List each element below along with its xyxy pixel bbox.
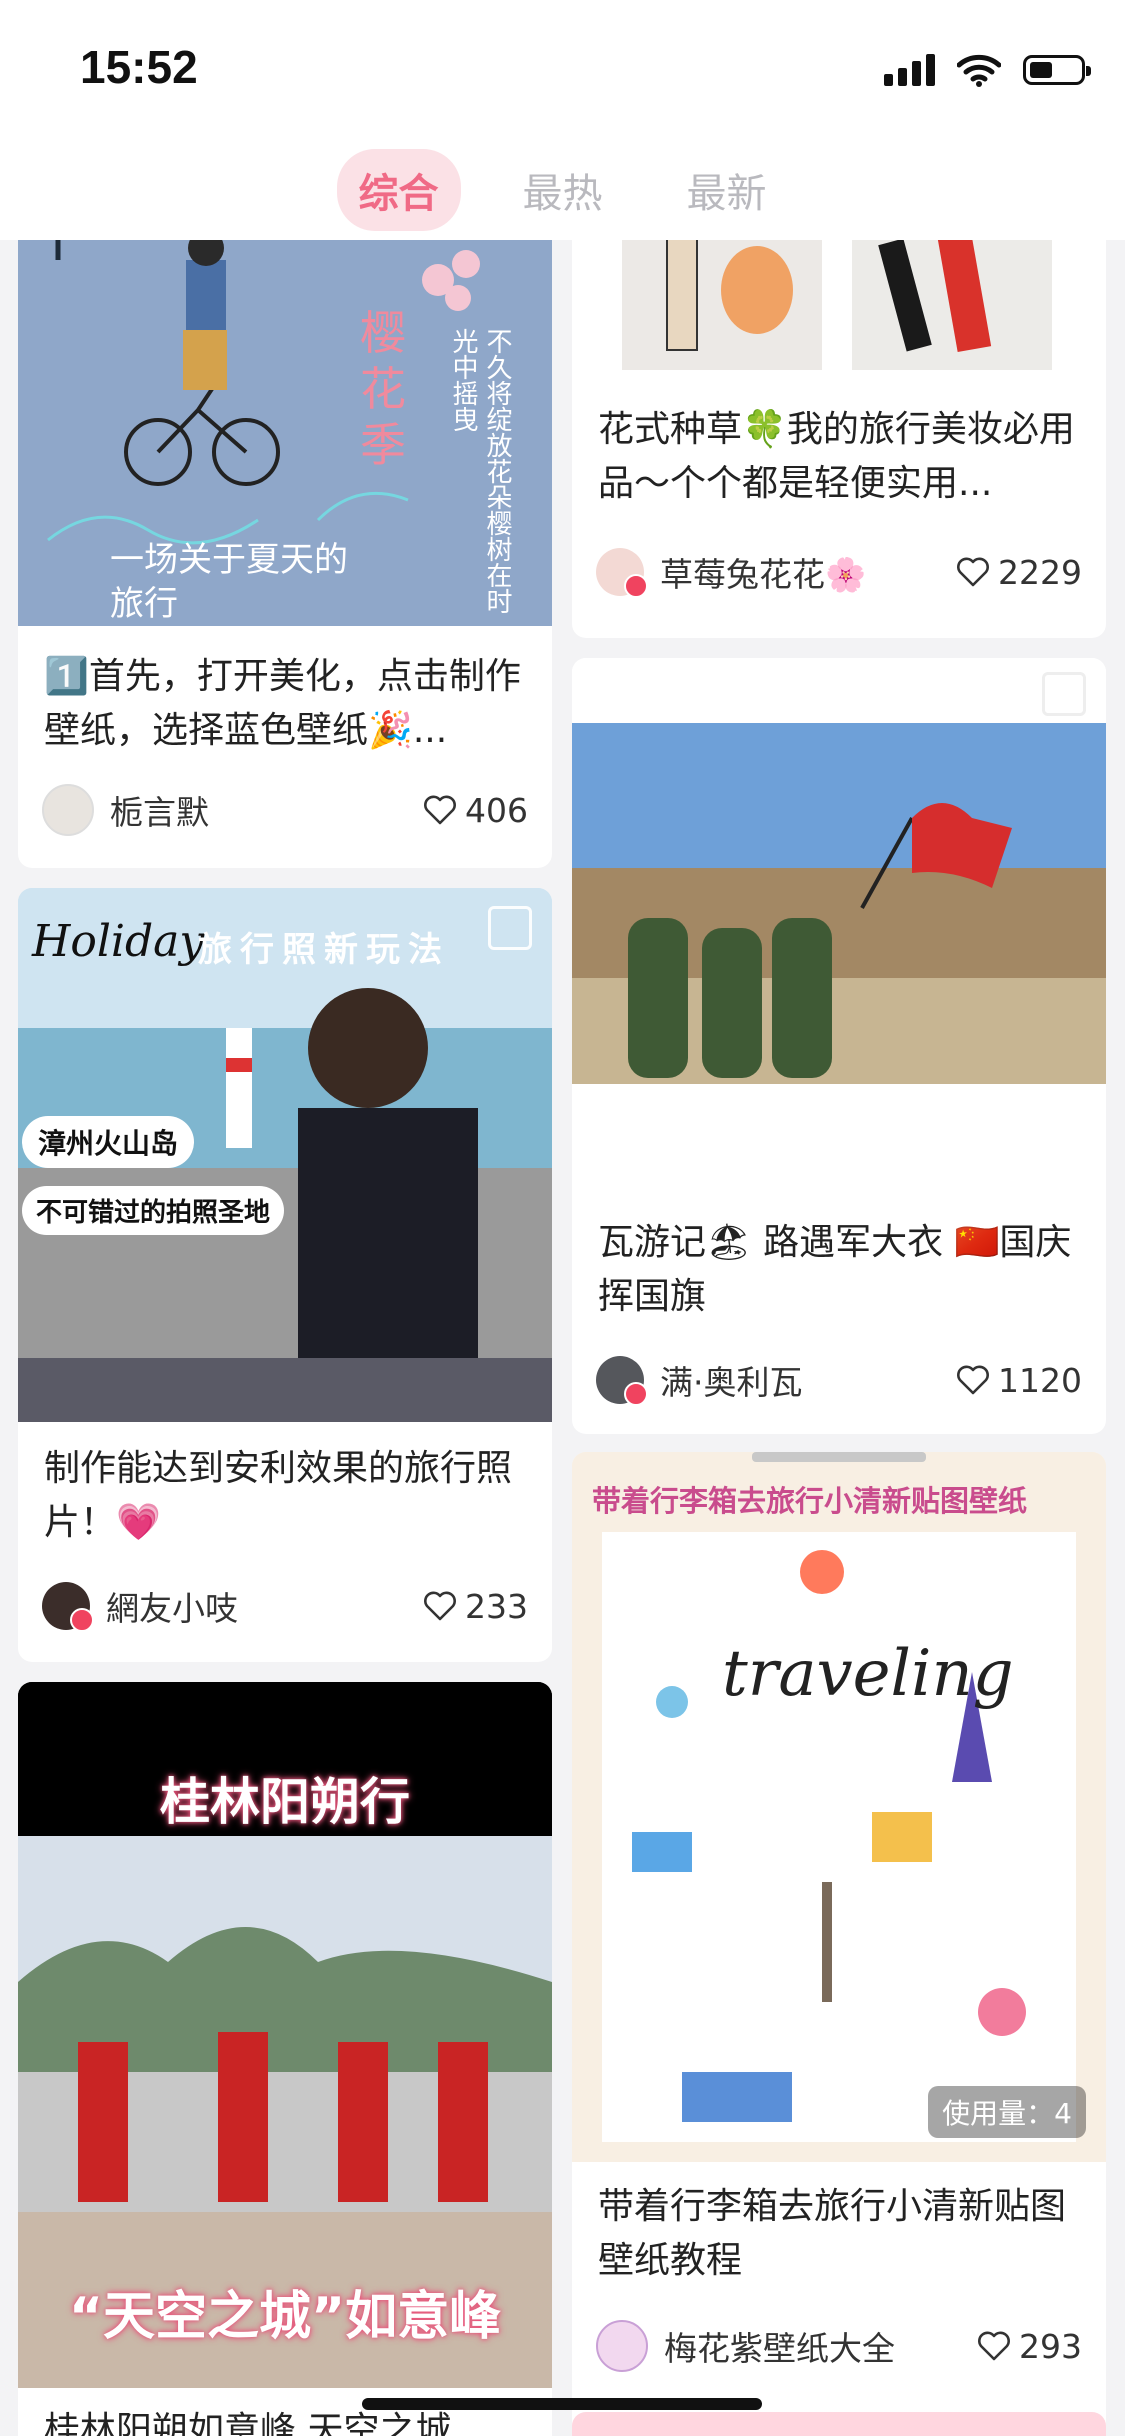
image-header: 带着行李箱去旅行小清新贴图壁纸 [592,1484,1028,1518]
battery-icon [1023,55,1091,85]
avatar[interactable] [42,784,94,836]
post-thumbnail [572,658,1106,1194]
heart-icon [978,2331,1010,2361]
post-title: 花式种草🍀我的旅行美妆必用品～个个都是轻便实用... [598,409,1075,504]
post-thumbnail: 桂林阳朔行 “天空之城”如意峰 [18,1682,552,2388]
post-title: 1️⃣首先，打开美化，点击制作壁纸，选择蓝色壁纸🎉... [44,656,521,751]
travel-sticker-wallpaper [572,1452,1106,2162]
like-count: 233 [465,1586,528,1626]
post-card[interactable]: Holiday 旅行照新玩法 漳州火山岛 不可错过的拍照圣地 制作能达到安利效果… [18,888,552,1662]
like-count: 2229 [998,552,1082,592]
post-title: 制作能达到安利效果的旅行照片！💗 [44,1448,513,1543]
status-time: 15:52 [80,41,198,93]
avatar[interactable] [596,1356,648,1406]
tab-hottest[interactable]: 最热 [501,149,625,231]
image-caption: 一场关于夏天的旅行 [110,540,348,624]
heart-icon [957,1365,989,1395]
post-meta: 栀言默 406 [42,782,528,838]
post-thumbnail: 带着行李箱去旅行小清新贴图壁纸 traveling 使用量：4 [572,1452,1106,2162]
post-thumbnail: Holiday 旅行照新玩法 漳州火山岛 不可错过的拍照圣地 [18,888,552,1422]
image-script-title: Holiday [32,916,205,967]
post-feed: 樱花季 不久将绽放花朵樱树在时光中摇曳 一场关于夏天的旅行 1️⃣首先，打开美化… [0,240,1125,2436]
heart-icon [957,557,989,587]
image-tag: 不可错过的拍照圣地 [22,1186,285,1235]
tab-comprehensive[interactable]: 综合 [336,149,461,231]
image-vertical-poem: 不久将绽放花朵樱树在时光中摇曳 [448,328,512,614]
like-count: 406 [465,790,528,830]
avatar[interactable] [596,548,648,598]
author-name[interactable]: 梅花紫壁纸大全 [664,2322,977,2370]
author-name[interactable]: 草莓兔花花🌸 [660,548,956,596]
usage-badge: 使用量：4 [928,2086,1086,2138]
post-thumbnail [572,240,1106,386]
post-card[interactable]: 带着行李箱去旅行小清新贴图壁纸 traveling 使用量：4 带着行李箱去旅行… [572,1452,1106,2436]
status-icons [884,48,1091,92]
like-count: 293 [1019,2326,1082,2366]
like-button[interactable]: 2229 [956,553,1082,592]
avatar[interactable] [42,1582,94,1632]
post-meta: 梅花紫壁纸大全 293 [596,2318,1082,2374]
cosmetics-photos [622,240,1052,370]
verified-badge-icon [624,574,648,598]
post-title: 带着行李箱去旅行小清新贴图壁纸教程 [598,2186,1067,2281]
multi-image-icon [488,906,532,950]
like-count: 1120 [998,1360,1082,1400]
author-name[interactable]: 满·奥利瓦 [660,1356,956,1404]
post-card[interactable]: 樱花季 不久将绽放花朵樱树在时光中摇曳 一场关于夏天的旅行 1️⃣首先，打开美化… [18,240,552,868]
heart-icon [424,795,456,825]
post-card[interactable] [572,2412,1106,2436]
like-button[interactable]: 233 [423,1587,528,1626]
status-bar: 15:52 [0,0,1125,140]
image-bottom-title: “天空之城”如意峰 [68,2287,502,2347]
wifi-icon [957,54,1001,87]
author-name[interactable]: 栀言默 [110,786,423,834]
like-button[interactable]: 406 [423,791,528,830]
post-meta: 草莓兔花花🌸 2229 [596,544,1082,600]
post-thumbnail: 樱花季 不久将绽放花朵樱树在时光中摇曳 一场关于夏天的旅行 [18,240,552,626]
post-card[interactable]: 瓦游记🏖 路遇军大衣 🇨🇳国庆挥国旗 满·奥利瓦 1120 [572,658,1106,1434]
flag-photo [572,658,1106,1194]
cellular-signal-icon [884,54,935,86]
verified-badge-icon [624,1382,648,1406]
post-title: 瓦游记🏖 路遇军大衣 🇨🇳国庆挥国旗 [598,1222,1072,1317]
verified-badge-icon [70,1608,94,1632]
post-card[interactable]: 桂林阳朔行 “天空之城”如意峰 桂林阳朔如意峰 天空之城 [18,1682,552,2436]
author-name[interactable]: 網友小吱 [106,1582,423,1630]
multi-image-icon [1042,672,1086,716]
post-card[interactable]: 花式种草🍀我的旅行美妆必用品～个个都是轻便实用... 草莓兔花花🌸 2229 [572,240,1106,638]
image-script-title: traveling [722,1637,1014,1711]
sort-tabs: 综合 最热 最新 [0,140,1125,240]
tab-newest[interactable]: 最新 [665,149,789,231]
like-button[interactable]: 293 [977,2327,1082,2366]
image-banner: 旅行照新玩法 [198,930,450,970]
home-indicator[interactable] [362,2398,762,2410]
avatar[interactable] [596,2320,648,2372]
image-tag: 漳州火山岛 [22,1116,195,1168]
post-meta: 满·奥利瓦 1120 [596,1352,1082,1408]
heart-icon [424,1591,456,1621]
image-vertical-title: 樱花季 [360,306,406,472]
image-top-title: 桂林阳朔行 [160,1773,410,1831]
like-button[interactable]: 1120 [956,1361,1082,1400]
post-meta: 網友小吱 233 [42,1578,528,1634]
